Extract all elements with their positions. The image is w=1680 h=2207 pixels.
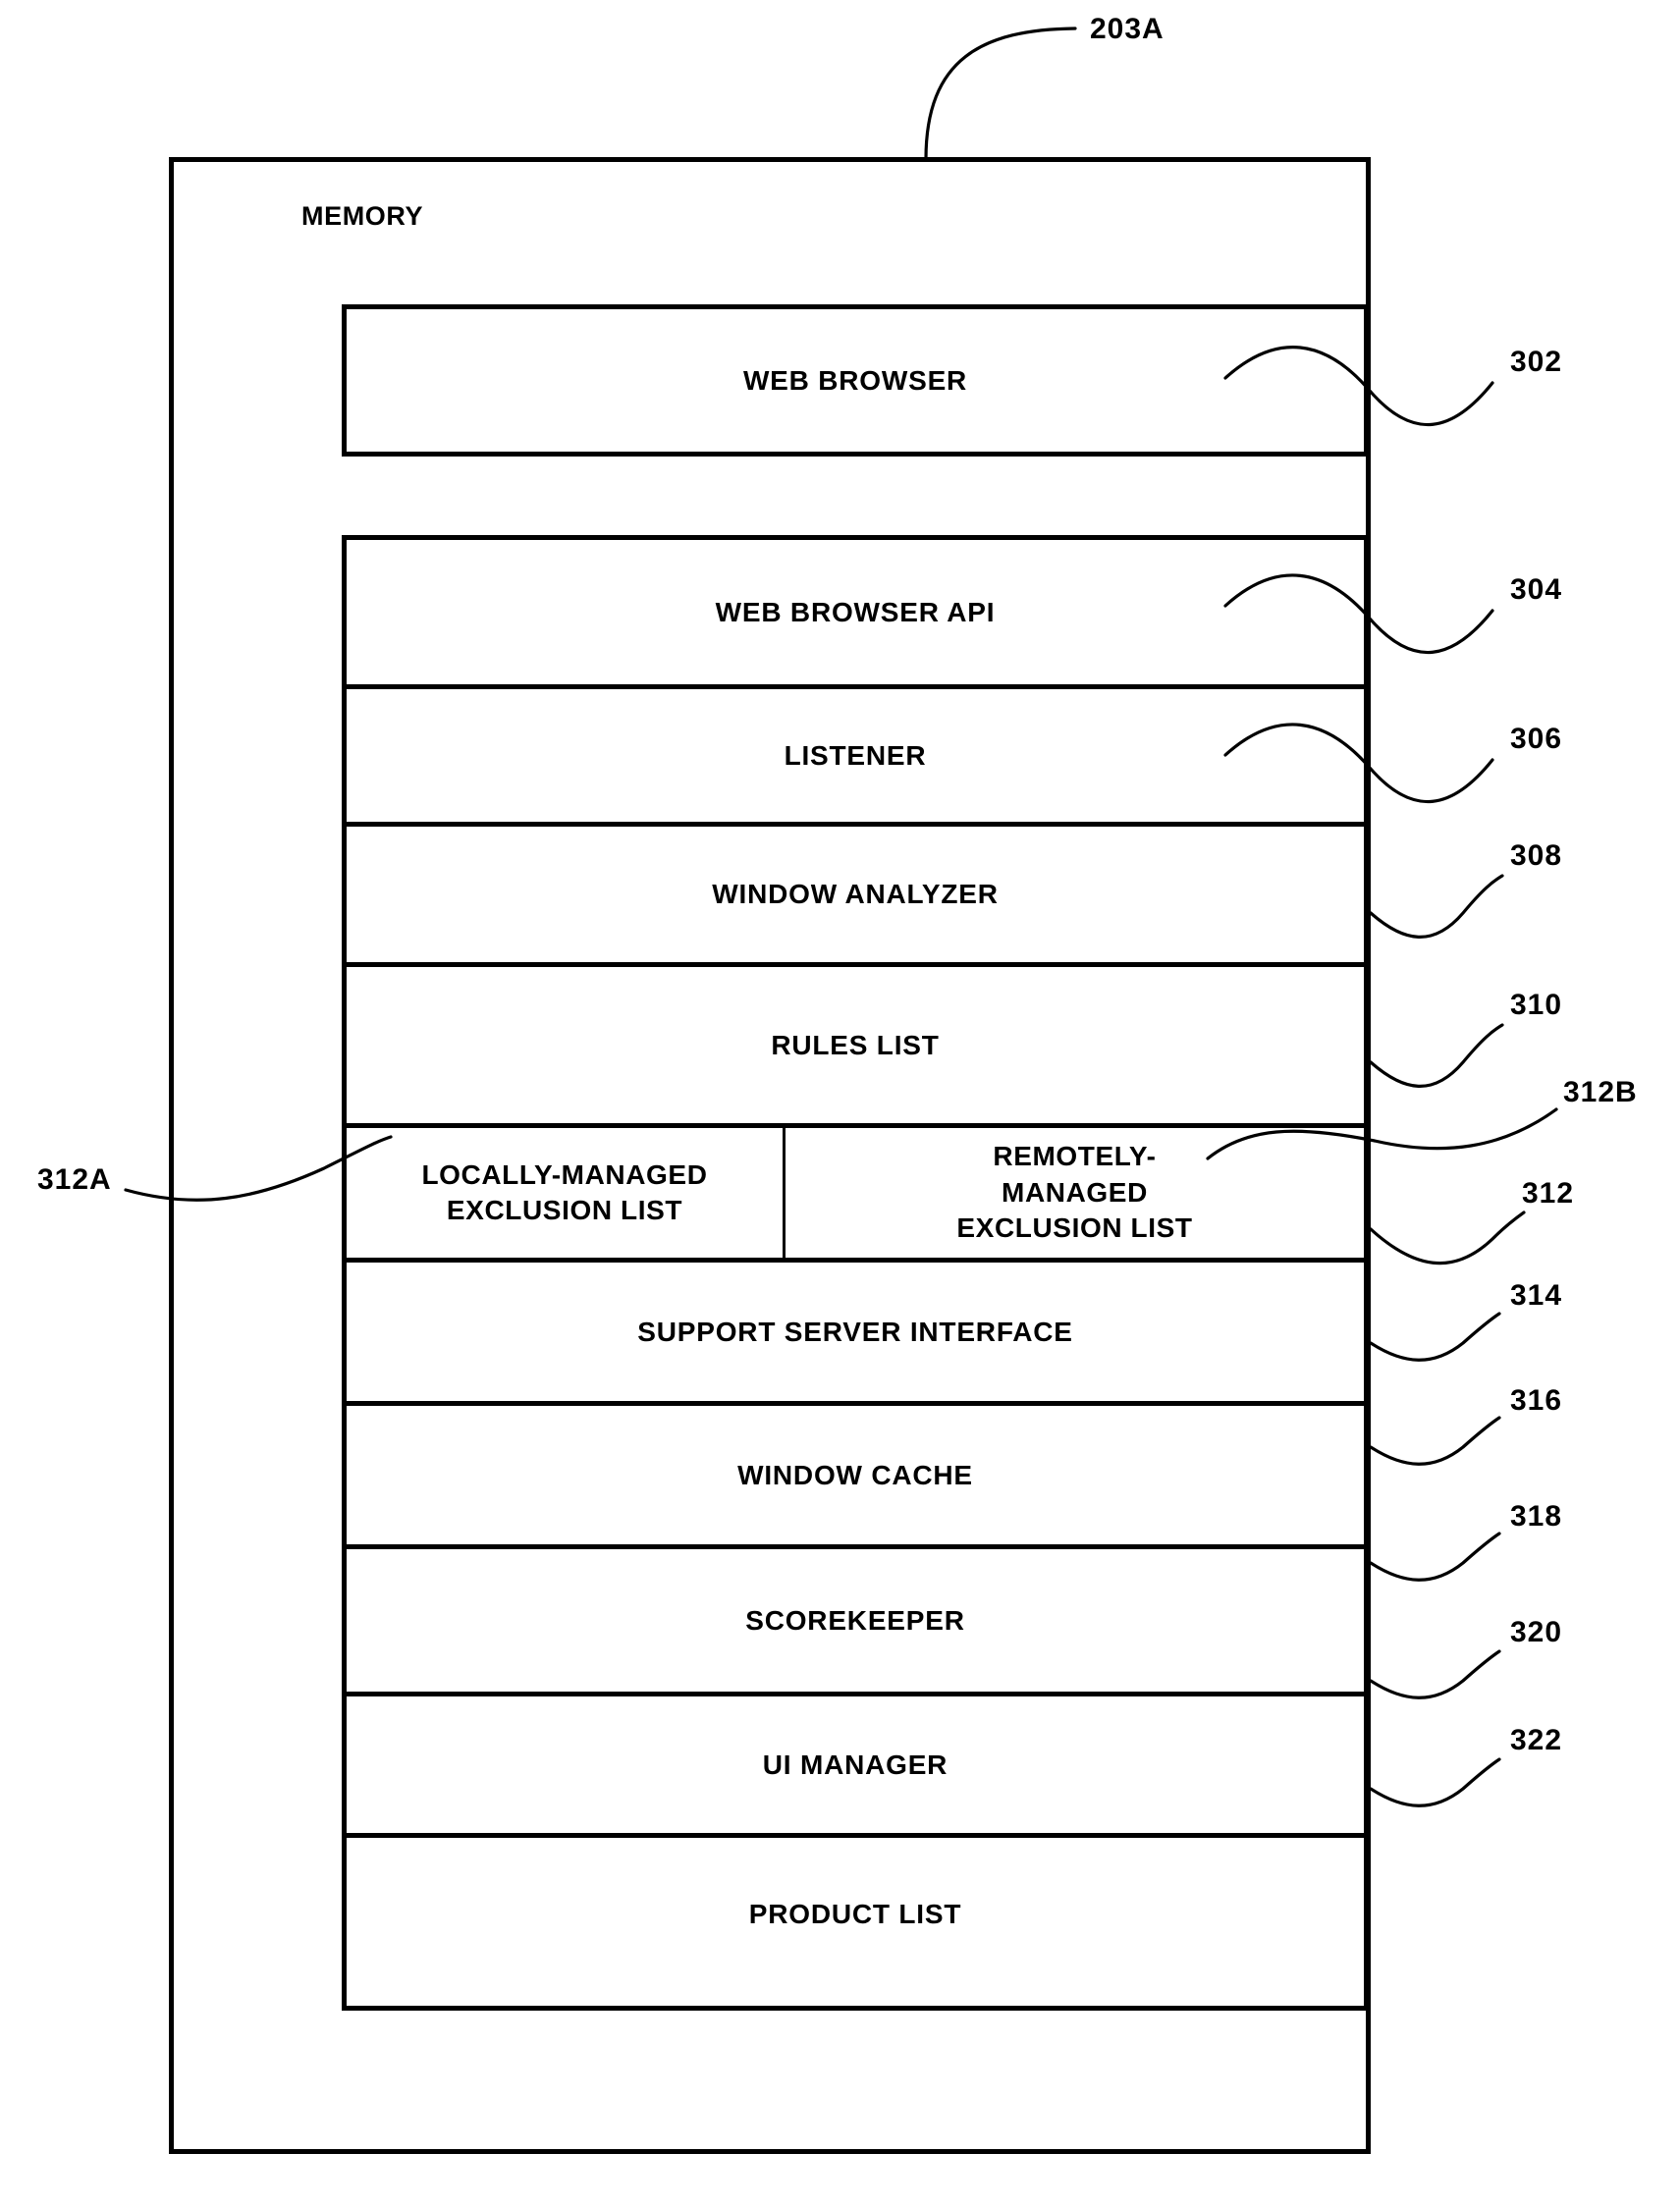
leader-310 bbox=[1369, 1023, 1504, 1088]
locally-managed-exclusion-list-label: LOCALLY-MANAGED EXCLUSION LIST bbox=[421, 1157, 707, 1229]
remotely-managed-exclusion-list-label: REMOTELY- MANAGED EXCLUSION LIST bbox=[956, 1139, 1192, 1246]
leader-314 bbox=[1369, 1312, 1501, 1362]
exclusion-right-line1: REMOTELY- bbox=[993, 1141, 1157, 1172]
leader-318 bbox=[1369, 1532, 1501, 1582]
stack-row-label: WINDOW ANALYZER bbox=[712, 879, 999, 910]
stack-row-label: WINDOW CACHE bbox=[737, 1459, 973, 1490]
reference-numeral-304: 304 bbox=[1510, 573, 1563, 606]
leader-203a bbox=[924, 27, 1077, 161]
reference-numeral-312: 312 bbox=[1522, 1177, 1575, 1210]
stack-row-exclusion-lists: LOCALLY-MANAGED EXCLUSION LIST REMOTELY- M… bbox=[347, 1128, 1364, 1263]
stack-row-label: SCOREKEEPER bbox=[745, 1604, 965, 1636]
reference-numeral-312a: 312A bbox=[37, 1163, 112, 1196]
stack-row-window-analyzer: WINDOW ANALYZER bbox=[347, 827, 1364, 967]
leader-316 bbox=[1369, 1416, 1501, 1466]
stack-row-label: SUPPORT SERVER INTERFACE bbox=[637, 1316, 1073, 1347]
web-browser-box: WEB BROWSER bbox=[342, 304, 1369, 457]
reference-numeral-203a: 203A bbox=[1090, 13, 1165, 45]
reference-numeral-322: 322 bbox=[1510, 1724, 1563, 1756]
reference-numeral-314: 314 bbox=[1510, 1279, 1563, 1312]
leader-312 bbox=[1369, 1211, 1526, 1265]
reference-numeral-312b: 312B bbox=[1563, 1076, 1638, 1108]
reference-numeral-310: 310 bbox=[1510, 989, 1563, 1021]
exclusion-left-line1: LOCALLY-MANAGED bbox=[421, 1158, 708, 1190]
stack-row-label: WEB BROWSER API bbox=[715, 596, 996, 627]
stack-row-listener: LISTENER bbox=[347, 689, 1364, 827]
web-browser-label: WEB BROWSER bbox=[742, 364, 968, 396]
stack-row-label: LISTENER bbox=[784, 739, 927, 771]
reference-numeral-318: 318 bbox=[1510, 1500, 1563, 1533]
stack-row-web-browser-api: WEB BROWSER API bbox=[347, 540, 1364, 689]
exclusion-right-line3: EXCLUSION LIST bbox=[956, 1212, 1193, 1244]
remotely-managed-exclusion-list-cell: REMOTELY- MANAGED EXCLUSION LIST bbox=[786, 1128, 1364, 1258]
stack-row-support-server-interface: SUPPORT SERVER INTERFACE bbox=[347, 1263, 1364, 1406]
patent-figure: 203A MEMORY WEB BROWSER WEB BROWSER API … bbox=[0, 0, 1680, 2207]
component-stack: WEB BROWSER API LISTENER WINDOW ANALYZER… bbox=[342, 535, 1369, 2011]
reference-numeral-302: 302 bbox=[1510, 346, 1563, 378]
memory-label: MEMORY bbox=[301, 201, 424, 231]
leader-320 bbox=[1369, 1649, 1501, 1699]
exclusion-right-line2: MANAGED bbox=[1002, 1176, 1148, 1208]
locally-managed-exclusion-list-cell: LOCALLY-MANAGED EXCLUSION LIST bbox=[347, 1128, 786, 1258]
leader-308 bbox=[1369, 874, 1504, 939]
stack-row-label: PRODUCT LIST bbox=[748, 1899, 962, 1930]
leader-322 bbox=[1369, 1757, 1501, 1807]
reference-numeral-306: 306 bbox=[1510, 723, 1563, 755]
reference-numeral-316: 316 bbox=[1510, 1384, 1563, 1417]
stack-row-label: RULES LIST bbox=[771, 1029, 940, 1060]
stack-row-label: UI MANAGER bbox=[762, 1749, 948, 1780]
reference-numeral-320: 320 bbox=[1510, 1616, 1563, 1648]
stack-row-scorekeeper: SCOREKEEPER bbox=[347, 1549, 1364, 1696]
exclusion-left-line2: EXCLUSION LIST bbox=[446, 1195, 683, 1225]
stack-row-product-list: PRODUCT LIST bbox=[347, 1838, 1364, 1991]
stack-row-rules-list: RULES LIST bbox=[347, 967, 1364, 1128]
stack-row-window-cache: WINDOW CACHE bbox=[347, 1406, 1364, 1549]
stack-row-ui-manager: UI MANAGER bbox=[347, 1696, 1364, 1838]
reference-numeral-308: 308 bbox=[1510, 839, 1563, 872]
